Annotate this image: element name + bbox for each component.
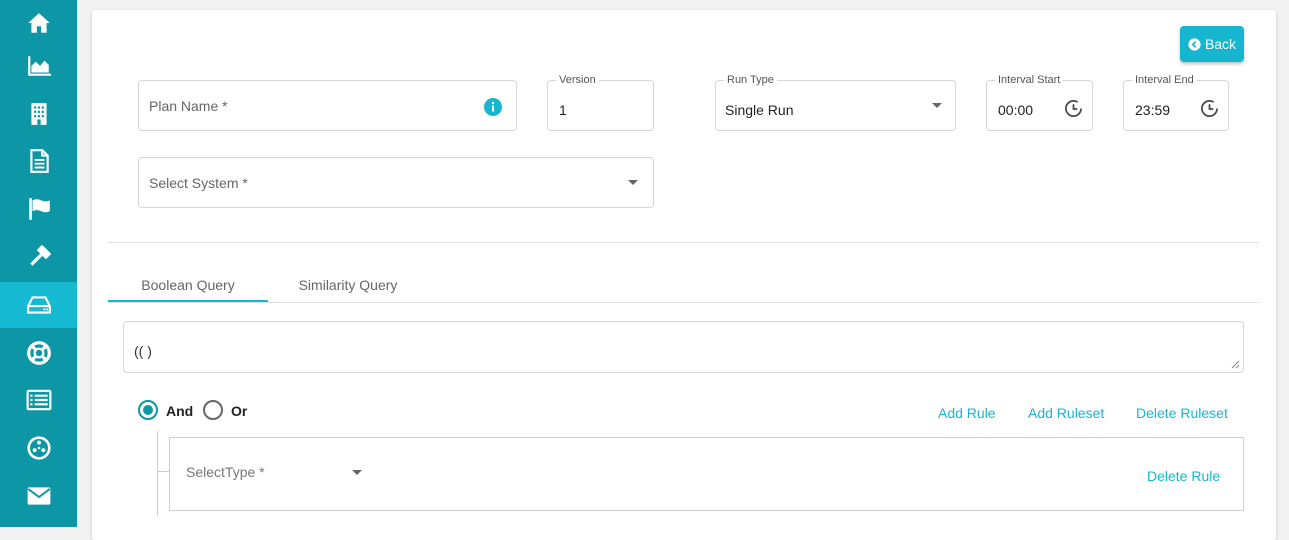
clock-icon[interactable]	[1064, 99, 1083, 118]
interval-end-value: 23:59	[1135, 102, 1171, 118]
sidebar-item-messages[interactable]	[0, 473, 77, 519]
flag-icon	[28, 198, 50, 220]
select-type-placeholder: SelectType *	[186, 464, 265, 480]
plan-name-field[interactable]: Plan Name *	[138, 80, 517, 131]
chevron-down-icon	[932, 103, 942, 108]
or-radio[interactable]	[203, 400, 223, 420]
chevron-down-icon	[628, 180, 638, 185]
run-type-label: Run Type	[724, 74, 777, 86]
version-field[interactable]: Version 1	[547, 74, 654, 131]
add-rule-button[interactable]: Add Rule	[938, 405, 996, 421]
area-chart-icon	[27, 56, 51, 76]
building-icon	[30, 103, 47, 125]
interval-start-label: Interval Start	[995, 74, 1064, 86]
hard-drive-icon	[26, 296, 51, 314]
query-textarea[interactable]: (( )	[123, 321, 1244, 373]
gavel-icon	[29, 245, 51, 266]
select-system-dropdown[interactable]: Select System *	[138, 157, 654, 208]
run-type-select[interactable]: Run Type Single Run	[715, 74, 956, 131]
envelope-icon	[27, 487, 50, 505]
list-icon	[26, 389, 51, 411]
back-button[interactable]: Back	[1180, 26, 1244, 62]
or-label: Or	[231, 403, 248, 419]
select-system-placeholder: Select System *	[149, 175, 248, 191]
info-icon[interactable]	[484, 98, 502, 116]
run-type-value: Single Run	[725, 102, 794, 118]
delete-ruleset-button[interactable]: Delete Ruleset	[1136, 405, 1228, 421]
clock-icon[interactable]	[1200, 99, 1219, 118]
interval-start-value: 00:00	[998, 102, 1034, 118]
plan-form-card: Back Plan Name * Version 1 Run Type Sing…	[92, 10, 1276, 540]
resize-handle-icon[interactable]	[1231, 360, 1240, 369]
life-ring-icon	[26, 341, 51, 365]
add-ruleset-button[interactable]: Add Ruleset	[1028, 405, 1104, 421]
chevron-down-icon	[352, 470, 362, 475]
delete-rule-button[interactable]: Delete Rule	[1147, 468, 1220, 484]
interval-end-field[interactable]: Interval End 23:59	[1123, 74, 1229, 131]
rule-row: SelectType * Delete Rule	[169, 437, 1244, 511]
sidebar-item-legal[interactable]	[0, 234, 77, 280]
tab-similarity-query-label: Similarity Query	[298, 277, 398, 293]
home-icon	[27, 13, 50, 33]
sidebar-item-documents[interactable]	[0, 138, 77, 184]
interval-start-field[interactable]: Interval Start 00:00	[986, 74, 1093, 131]
query-text: (( )	[134, 343, 152, 359]
tab-boolean-query-label: Boolean Query	[141, 277, 235, 293]
ruleset-tree-line	[157, 431, 158, 516]
sidebar-item-flags[interactable]	[0, 186, 77, 232]
sidebar-item-list[interactable]	[0, 377, 77, 423]
section-divider	[108, 242, 1259, 243]
circle-chevron-left-icon	[1188, 37, 1201, 51]
version-value: 1	[559, 102, 567, 118]
sidebar-item-support[interactable]	[0, 330, 77, 376]
sidebar-item-storage[interactable]	[0, 282, 77, 328]
interval-end-label: Interval End	[1132, 74, 1197, 86]
tabs-divider	[108, 302, 1259, 303]
sidebar-item-network[interactable]	[0, 425, 77, 471]
network-icon	[26, 436, 51, 460]
version-label: Version	[556, 74, 599, 86]
document-icon	[29, 149, 49, 173]
sidebar-item-analytics[interactable]	[0, 43, 77, 89]
rule-connector-line	[157, 471, 169, 472]
plan-name-placeholder: Plan Name *	[149, 98, 228, 114]
tab-boolean-query[interactable]: Boolean Query	[108, 268, 268, 302]
and-radio[interactable]	[138, 400, 158, 420]
tab-similarity-query[interactable]: Similarity Query	[268, 268, 428, 302]
sidebar	[0, 0, 77, 527]
and-label: And	[166, 403, 194, 419]
sidebar-item-home[interactable]	[0, 0, 77, 46]
select-type-dropdown[interactable]: SelectType *	[180, 462, 370, 484]
back-button-label: Back	[1204, 36, 1237, 52]
sidebar-item-building[interactable]	[0, 91, 77, 137]
